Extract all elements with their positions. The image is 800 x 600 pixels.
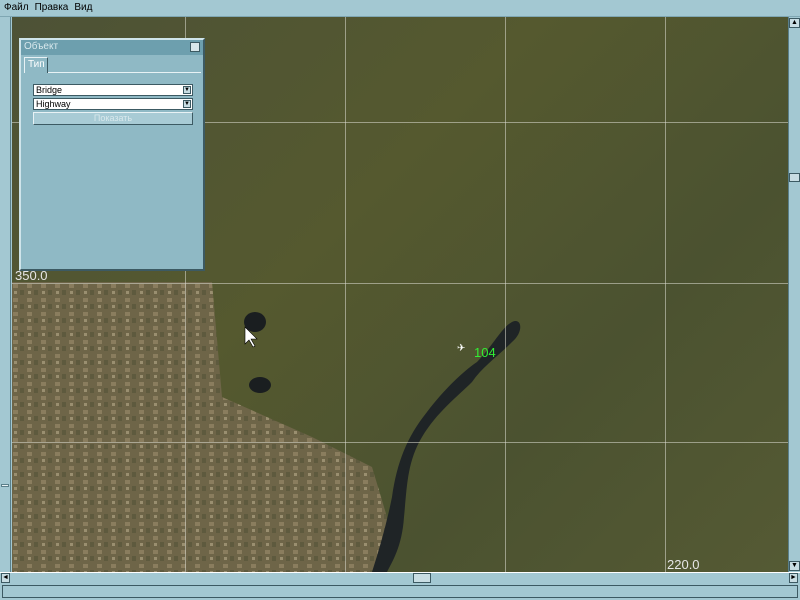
scroll-up-button[interactable]: ▲: [789, 18, 800, 28]
menu-bar: Файл Правка Вид: [0, 0, 800, 17]
menu-edit[interactable]: Правка: [35, 2, 69, 14]
scroll-down-button[interactable]: ▼: [789, 561, 800, 571]
tab-type[interactable]: Тип: [24, 57, 48, 73]
tab-divider: [48, 72, 201, 73]
object-panel: Объект ✕ Тип Bridge ▼ Highway ▼ Показать: [19, 38, 205, 271]
show-button[interactable]: Показать: [33, 112, 193, 125]
vertical-scroll-thumb[interactable]: [789, 173, 800, 182]
scroll-right-button[interactable]: ►: [789, 573, 798, 583]
type-select-value: Bridge: [36, 85, 63, 95]
horizontal-scroll-thumb[interactable]: [413, 573, 431, 583]
status-bar: [2, 585, 798, 598]
coord-label: 220.0: [667, 557, 700, 572]
zoom-slider[interactable]: [0, 17, 11, 572]
subtype-select-value: Highway: [36, 99, 71, 109]
zoom-slider-thumb[interactable]: [1, 484, 9, 487]
pond: [249, 377, 271, 393]
object-marker-label[interactable]: 104: [474, 345, 496, 360]
grid-line: [665, 17, 666, 572]
grid-line: [505, 17, 506, 572]
menu-view[interactable]: Вид: [74, 2, 92, 14]
aircraft-icon[interactable]: ✈: [457, 344, 469, 354]
chevron-down-icon[interactable]: ▼: [183, 86, 191, 94]
scroll-left-button[interactable]: ◄: [1, 573, 10, 583]
river: [372, 321, 521, 572]
type-select[interactable]: Bridge ▼: [33, 84, 193, 96]
panel-title: Объект: [24, 41, 59, 52]
panel-titlebar[interactable]: Объект ✕: [21, 40, 203, 55]
horizontal-scrollbar[interactable]: ◄ ►: [0, 572, 800, 583]
subtype-select[interactable]: Highway ▼: [33, 98, 193, 110]
chevron-down-icon[interactable]: ▼: [183, 100, 191, 108]
menu-file[interactable]: Файл: [4, 2, 29, 14]
vertical-scrollbar[interactable]: ▲ ▼: [788, 17, 800, 572]
grid-line: [12, 283, 788, 284]
close-icon[interactable]: ✕: [190, 42, 200, 52]
grid-line: [12, 442, 788, 443]
grid-line: [345, 17, 346, 572]
